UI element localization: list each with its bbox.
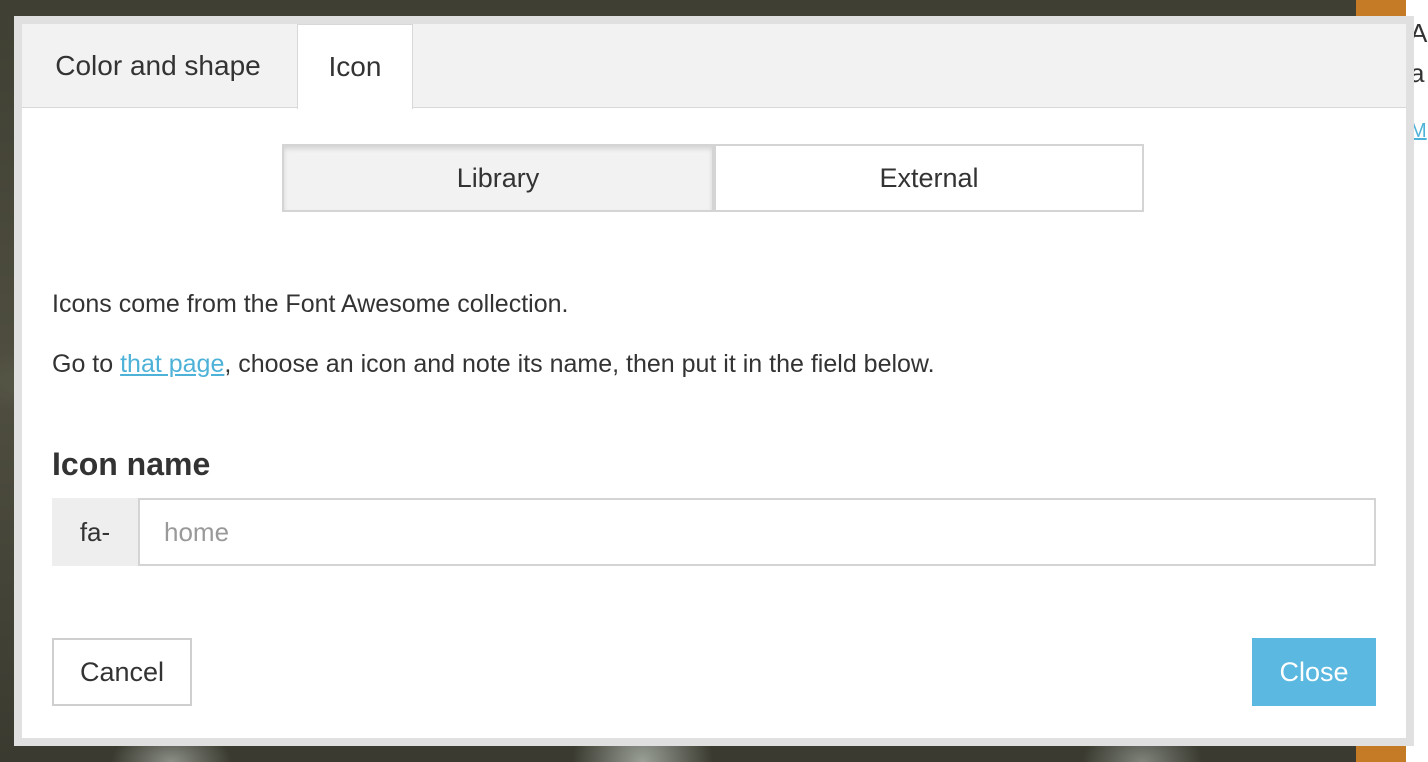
tab-color-and-shape[interactable]: Color and shape [30,24,286,108]
icon-name-input[interactable] [138,498,1376,566]
close-button[interactable]: Close [1252,638,1376,706]
tab-icon[interactable]: Icon [297,24,413,109]
dialog-tabs: Color and shape Icon [22,24,1406,109]
font-awesome-link[interactable]: that page [120,350,224,378]
instruction-prefix: Go to [52,350,121,378]
icon-name-label: Icon name [52,446,211,482]
instruction-suffix: , choose an icon and note its name, then… [224,350,935,378]
cancel-button[interactable]: Cancel [52,638,192,706]
external-toggle-button[interactable]: External [714,144,1144,212]
fa-prefix-addon: fa- [52,498,138,566]
icon-settings-dialog: Color and shape Icon Library External Ic… [14,16,1414,746]
instruction-text: Go to that page, choose an icon and note… [52,350,935,379]
info-text: Icons come from the Font Awesome collect… [52,290,569,318]
library-toggle-button[interactable]: Library [282,144,714,212]
